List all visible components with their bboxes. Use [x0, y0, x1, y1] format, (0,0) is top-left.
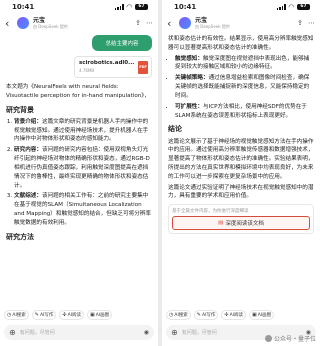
tool-ai-search[interactable]: ◷ AI搜索: [4, 310, 29, 320]
list-item: 可扩展性：与ICP方法相比，使用神经SDF的优势在于SLAM系统在姿态误差和形状…: [175, 103, 314, 121]
microphone-icon[interactable]: ◉: [144, 329, 149, 336]
add-icon[interactable]: ⊕: [9, 328, 16, 337]
chat-subtitle: 由 DeepSeek 提供: [33, 23, 68, 29]
user-message-bubble: 总结主要内容: [92, 35, 152, 51]
section-heading-conclusion: 结论: [168, 125, 182, 134]
wifi-icon: ◠: [126, 3, 132, 11]
tool-ai-writing[interactable]: ✎ AI写作: [31, 310, 57, 320]
signal-icon: [276, 4, 286, 10]
status-time: 10:41: [12, 3, 35, 11]
deep-read-button[interactable]: ▤ 深度阅读该文档: [172, 216, 310, 231]
wifi-icon: ◠: [288, 3, 294, 11]
status-bar: 10:41 ◠ 67: [0, 0, 158, 14]
image-icon: ▣: [90, 312, 95, 318]
list-item: 研究内容：该问题的研究内容包括：使用双视角头灯光纤引起的神经场对物体的精确形状和…: [14, 146, 152, 190]
list-item: 关键帧策略：通过信息增益检索和图像时间检查，确保关键帧的选择既能捕捉新的深度信息…: [175, 74, 314, 100]
chat-subtitle: 由 DeepSeek 提供: [195, 23, 230, 29]
pdf-icon: PDF: [138, 61, 148, 74]
conclusion-text: 这篇论文展示了基于神经场的视觉触觉感知方法在手内操作中的应用。通过使用高分辨率触…: [168, 138, 314, 180]
findings-list: 触觉感知：触觉深度图在视觉遮挡中表现出色，能够捕捉到较大的接触区域和较小的边缘特…: [168, 55, 314, 121]
battery-icon: 67: [135, 4, 148, 10]
tool-bar: ◷ AI搜索 ✎ AI写作 ✣ AI阅读 ▣ AI画图: [0, 308, 158, 322]
share-icon[interactable]: ⇪: [135, 19, 141, 27]
section-heading-method: 研究方法: [6, 232, 34, 241]
more-icon[interactable]: ⋯: [308, 19, 315, 27]
add-icon[interactable]: ⊕: [171, 328, 178, 337]
pen-icon: ✎: [34, 312, 39, 318]
image-icon: ▣: [252, 312, 257, 318]
chat-header: ‹ 元宝 由 DeepSeek 提供 ⇪ ⋯: [0, 14, 158, 32]
signal-icon: [114, 4, 124, 10]
file-attachment-card[interactable]: scirobotics.adl0... 4.76MB PDF: [74, 56, 152, 78]
chat-header: ‹ 元宝 由 DeepSeek 提供 ⇪ ⋯: [162, 14, 320, 32]
file-size: 4.76MB: [79, 68, 95, 73]
list-item: 文献综述：该问题的相关工作有：之前的研究主要集中在基于视觉的SLAM（Simul…: [14, 192, 152, 227]
answer-intro: 本文题为《NeuralFeels with neural fields: Vis…: [6, 84, 150, 99]
section-heading-background: 研究背景: [6, 105, 34, 114]
tool-ai-drawing[interactable]: ▣ AI画图: [249, 310, 275, 320]
book-icon: ▤: [218, 220, 224, 227]
clock-icon: ◷: [7, 312, 12, 318]
back-arrow-icon[interactable]: ‹: [167, 18, 175, 29]
answer-continued-text: 状和姿态估计的有效性。结果显示，使用高分辨率触觉感知器可以显著提高形状和姿态估计…: [168, 36, 314, 51]
file-name: scirobotics.adl0...: [79, 60, 135, 66]
status-bar: 10:41 ◠ 67: [162, 0, 320, 14]
chat-title: 元宝: [195, 16, 208, 24]
deep-read-card: 基于全篇文件内容，为你进行深度细读 ▤ 深度阅读该文档: [168, 204, 314, 235]
chat-area[interactable]: 总结主要内容 scirobotics.adl0... 4.76MB PDF 本文…: [0, 32, 158, 306]
list-item: 触觉感知：触觉深度图在视觉遮挡中表现出色，能够捕捉到较大的接触区域和较小的边缘特…: [175, 55, 314, 73]
share-icon[interactable]: ⇪: [297, 19, 303, 27]
more-icon[interactable]: ⋯: [146, 19, 153, 27]
assistant-answer: 本文题为《NeuralFeels with neural fields: Vis…: [6, 83, 152, 243]
clock-icon: ◷: [169, 312, 174, 318]
watermark: 公众号・量子位: [264, 334, 316, 343]
wechat-icon: [264, 335, 272, 342]
tool-ai-reading[interactable]: ✣ AI阅读: [221, 310, 246, 320]
message-input-bar[interactable]: ⊕ 有问题，尽管问 ◉: [4, 325, 154, 340]
message-input[interactable]: 有问题，尽管问: [20, 329, 140, 336]
deep-read-hint: 基于全篇文件内容，为你进行深度细读: [172, 209, 249, 215]
background-list: 背景介绍：这篇文章的研究背景是机器人手内操作中的视觉触觉感知。通过使用神经场技术…: [6, 118, 152, 228]
back-arrow-icon[interactable]: ‹: [5, 18, 13, 29]
chat-title: 元宝: [33, 16, 46, 24]
translate-icon: ✣: [62, 312, 67, 318]
status-time: 10:41: [174, 3, 197, 11]
conclusion-text-2: 这篇论文通过实验证明了神经场技术在视觉触觉感知中的潜力，具有重要的学术和应用价值…: [168, 184, 314, 200]
translate-icon: ✣: [224, 312, 229, 318]
avatar[interactable]: [17, 17, 29, 29]
pen-icon: ✎: [196, 312, 201, 318]
list-item: 背景介绍：这篇文章的研究背景是机器人手内操作中的视觉触觉感知。通过使用神经场技术…: [14, 118, 152, 144]
chat-area[interactable]: 状和姿态估计的有效性。结果显示，使用高分辨率触觉感知器可以显著提高形状和姿态估计…: [162, 32, 320, 306]
battery-icon: 67: [297, 4, 310, 10]
tool-ai-writing[interactable]: ✎ AI写作: [193, 310, 219, 320]
tool-bar: ◷ AI搜索 ✎ AI写作 ✣ AI阅读 ▣ AI画图: [162, 308, 320, 322]
tool-ai-search[interactable]: ◷ AI搜索: [166, 310, 191, 320]
tool-ai-drawing[interactable]: ▣ AI画图: [87, 310, 113, 320]
tool-ai-reading[interactable]: ✣ AI阅读: [59, 310, 84, 320]
assistant-answer: 状和姿态估计的有效性。结果显示，使用高分辨率触觉感知器可以显著提高形状和姿态估计…: [168, 35, 314, 201]
left-phone-screen: 10:41 ◠ 67 ‹ 元宝 由 DeepSeek 提供 ⇪ ⋯ 总结主要内容…: [0, 0, 158, 346]
right-phone-screen: 10:41 ◠ 67 ‹ 元宝 由 DeepSeek 提供 ⇪ ⋯ 状和姿态估计…: [162, 0, 320, 346]
avatar[interactable]: [179, 17, 191, 29]
